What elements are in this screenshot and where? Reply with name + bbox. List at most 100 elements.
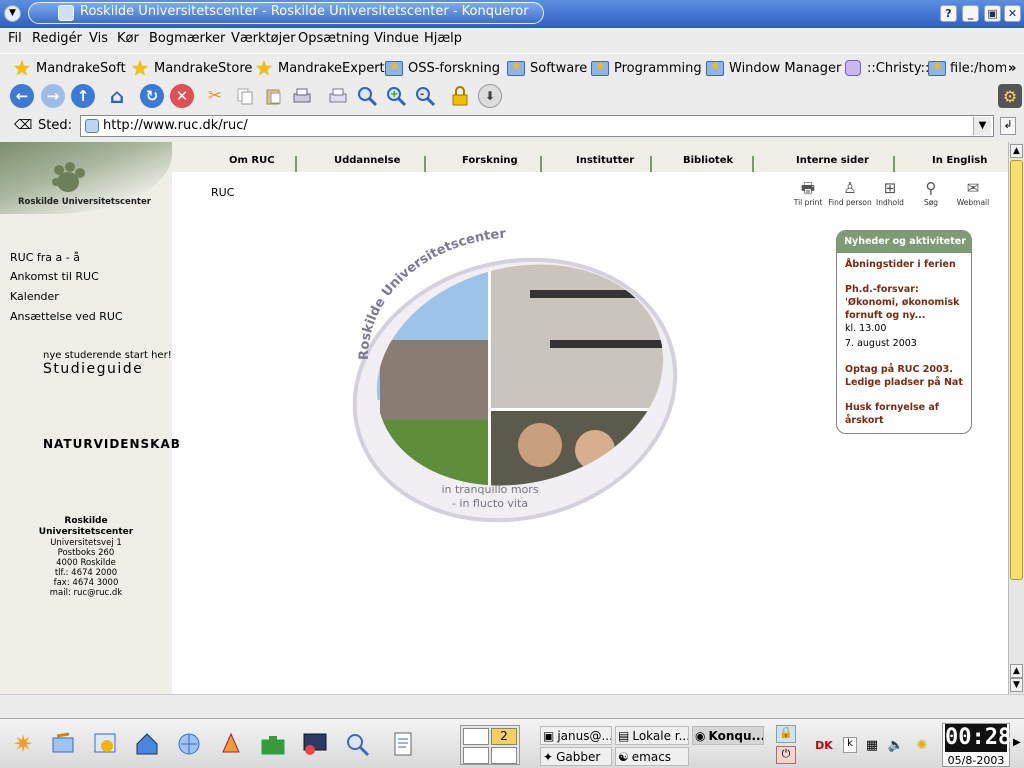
desktop-4[interactable]	[491, 747, 517, 764]
klipper-clipboard-icon[interactable]: k	[840, 735, 860, 755]
nav-interne-sider[interactable]: Interne sider	[796, 155, 869, 166]
print-icon[interactable]	[290, 84, 314, 108]
print-frame-icon[interactable]	[326, 84, 350, 108]
menu-vis[interactable]: Vis	[89, 31, 108, 46]
studieguide-link[interactable]: Studieguide	[43, 361, 143, 377]
task-gabber[interactable]: ✦ Gabber	[540, 747, 612, 766]
task-janus[interactable]: ▣ janus@...	[540, 726, 612, 745]
paste-icon[interactable]	[261, 84, 285, 108]
desktop-3[interactable]	[463, 747, 489, 764]
tool-indhold[interactable]: ⊞ Indhold	[868, 178, 912, 207]
scroll-up-icon[interactable]: ▲	[1010, 144, 1023, 158]
calendar-icon[interactable]: ▦	[862, 735, 882, 755]
cut-icon[interactable]: ✂	[203, 84, 227, 108]
show-desktop-icon[interactable]	[46, 727, 80, 761]
volume-speaker-icon[interactable]: 🔈	[886, 735, 906, 755]
menu-vindue[interactable]: Vindue	[374, 31, 419, 46]
zoom-fit-icon[interactable]	[355, 84, 379, 108]
bookmark-folder-programming[interactable]: Programming	[590, 58, 702, 78]
vertical-scrollbar[interactable]: ▲ ▲ ▼	[1008, 142, 1024, 694]
window-titlebar[interactable]: ▼ Roskilde Universitetscenter - Roskilde…	[0, 0, 1024, 28]
tool-webmail[interactable]: ✉ Webmail	[951, 178, 995, 207]
tool-print[interactable]: 🖶 Til print	[786, 178, 830, 207]
zoom-in-icon[interactable]: +	[384, 84, 408, 108]
desktop-1[interactable]	[463, 728, 489, 745]
bookmark-file-home[interactable]: file:/home	[928, 58, 1006, 78]
taskbar-arrow-icon[interactable]: ▶	[1013, 737, 1021, 748]
office-suite-icon[interactable]	[214, 727, 248, 761]
logout-icon[interactable]: ⏻	[776, 746, 796, 764]
minimize-button[interactable]: _	[962, 5, 979, 22]
window-menu-button[interactable]: ▼	[4, 5, 21, 22]
help-button[interactable]: ?	[940, 5, 957, 22]
sidebar-link-kalender[interactable]: Kalender	[10, 290, 59, 303]
bookmark-christy[interactable]: ::Christy::	[843, 58, 929, 78]
ruc-logo-icon[interactable]	[50, 162, 86, 196]
bookmark-mandrakestore[interactable]: ★ MandrakeStore	[130, 58, 252, 78]
nav-institutter[interactable]: Institutter	[576, 155, 634, 166]
tool-search[interactable]: ⚲ Søg	[909, 178, 953, 207]
tool-find-person[interactable]: ♙ Find person	[828, 178, 872, 207]
task-konqueror-active[interactable]: ◉ Konqu...	[692, 726, 764, 745]
lock-screen-icon[interactable]: 🔒	[776, 725, 796, 743]
menu-fil[interactable]: Fil	[8, 31, 22, 46]
clear-location-icon[interactable]: ⌫	[14, 118, 32, 133]
maximize-button[interactable]: ▣	[984, 5, 1001, 22]
nav-bibliotek[interactable]: Bibliotek	[683, 155, 733, 166]
naturvidenskab-link[interactable]: NATURVIDENSKAB	[43, 437, 181, 451]
menu-bogmaerker[interactable]: Bogmærker	[149, 31, 225, 46]
back-arrow-icon[interactable]: ←	[10, 84, 34, 108]
home-icon[interactable]: ⌂	[105, 84, 129, 108]
url-input[interactable]: http://www.ruc.dk/ruc/ ▼	[80, 115, 994, 137]
text-editor-icon[interactable]	[386, 727, 420, 761]
menu-hjaelp[interactable]: Hjælp	[424, 31, 462, 46]
sidebar-link-ankomst[interactable]: Ankomst til RUC	[10, 270, 99, 283]
news-link[interactable]: Optag på RUC 2003. Ledige pladser på Nat	[845, 363, 969, 389]
clock[interactable]: 00:28 05/8-2003	[942, 723, 1011, 767]
scroll-down-icon[interactable]: ▼	[1010, 678, 1023, 692]
more-bookmarks-chevron-icon[interactable]: »	[1008, 58, 1016, 78]
lightbulb-icon[interactable]: ✺	[912, 735, 932, 755]
sidebar-link-ruc-a-aa[interactable]: RUC fra a - å	[10, 251, 80, 264]
terminal-icon[interactable]	[298, 727, 332, 761]
scroll-up-icon[interactable]: ▲	[1010, 664, 1023, 678]
download-icon[interactable]: ⬇	[478, 84, 502, 108]
go-icon[interactable]: ↲	[1000, 117, 1016, 135]
control-center-icon[interactable]	[88, 727, 122, 761]
forward-arrow-icon[interactable]: →	[41, 84, 65, 108]
task-lokale[interactable]: ▤ Lokale r...	[615, 726, 689, 745]
address-mail[interactable]: mail: ruc@ruc.dk	[0, 588, 172, 598]
bookmark-folder-software[interactable]: Software	[506, 58, 587, 78]
bookmark-folder-window-manager[interactable]: Window Manager	[705, 58, 841, 78]
konqueror-web-icon[interactable]	[172, 727, 206, 761]
zoom-out-icon[interactable]: -	[413, 84, 437, 108]
news-link[interactable]: Åbningstider i ferien	[845, 258, 969, 271]
nav-uddannelse[interactable]: Uddannelse	[334, 155, 400, 166]
scroll-thumb[interactable]	[1010, 160, 1023, 580]
desktop-2-active[interactable]: 2	[491, 728, 517, 745]
sidebar-link-ansaettelse[interactable]: Ansættelse ved RUC	[10, 310, 123, 323]
search-tool-icon[interactable]	[340, 727, 374, 761]
security-lock-icon[interactable]	[448, 84, 472, 108]
reload-icon[interactable]: ↻	[140, 84, 164, 108]
home-folder-icon[interactable]	[130, 727, 164, 761]
up-arrow-icon[interactable]: ↑	[71, 84, 95, 108]
nav-forskning[interactable]: Forskning	[462, 155, 518, 166]
bookmark-mandrakesoft[interactable]: ★ MandrakeSoft	[12, 58, 126, 78]
nav-in-english[interactable]: In English	[932, 155, 987, 166]
news-link[interactable]: Husk fornyelse af årskort	[845, 401, 969, 427]
menu-vaerktojer[interactable]: Værktøjer	[231, 31, 296, 46]
menu-kor[interactable]: Kør	[117, 31, 139, 46]
keyboard-layout-icon[interactable]: DK	[814, 735, 834, 755]
bookmark-folder-oss-forskning[interactable]: OSS-forskning	[384, 58, 500, 78]
task-emacs[interactable]: ☯ emacs	[615, 747, 689, 766]
close-button[interactable]: ✕	[1004, 5, 1021, 22]
url-history-dropdown-icon[interactable]: ▼	[973, 117, 991, 135]
software-manager-icon[interactable]	[256, 727, 290, 761]
copy-icon[interactable]	[233, 84, 257, 108]
bookmark-mandrakeexpert[interactable]: ★ MandrakeExpert	[254, 58, 385, 78]
news-link[interactable]: Ph.d.-forsvar: 'Økonomi, økonomisk fornu…	[845, 283, 969, 322]
menu-opsaetning[interactable]: Opsætning	[298, 31, 369, 46]
k-menu-star-icon[interactable]: ✷	[6, 727, 40, 761]
stop-icon[interactable]: ✕	[170, 84, 194, 108]
